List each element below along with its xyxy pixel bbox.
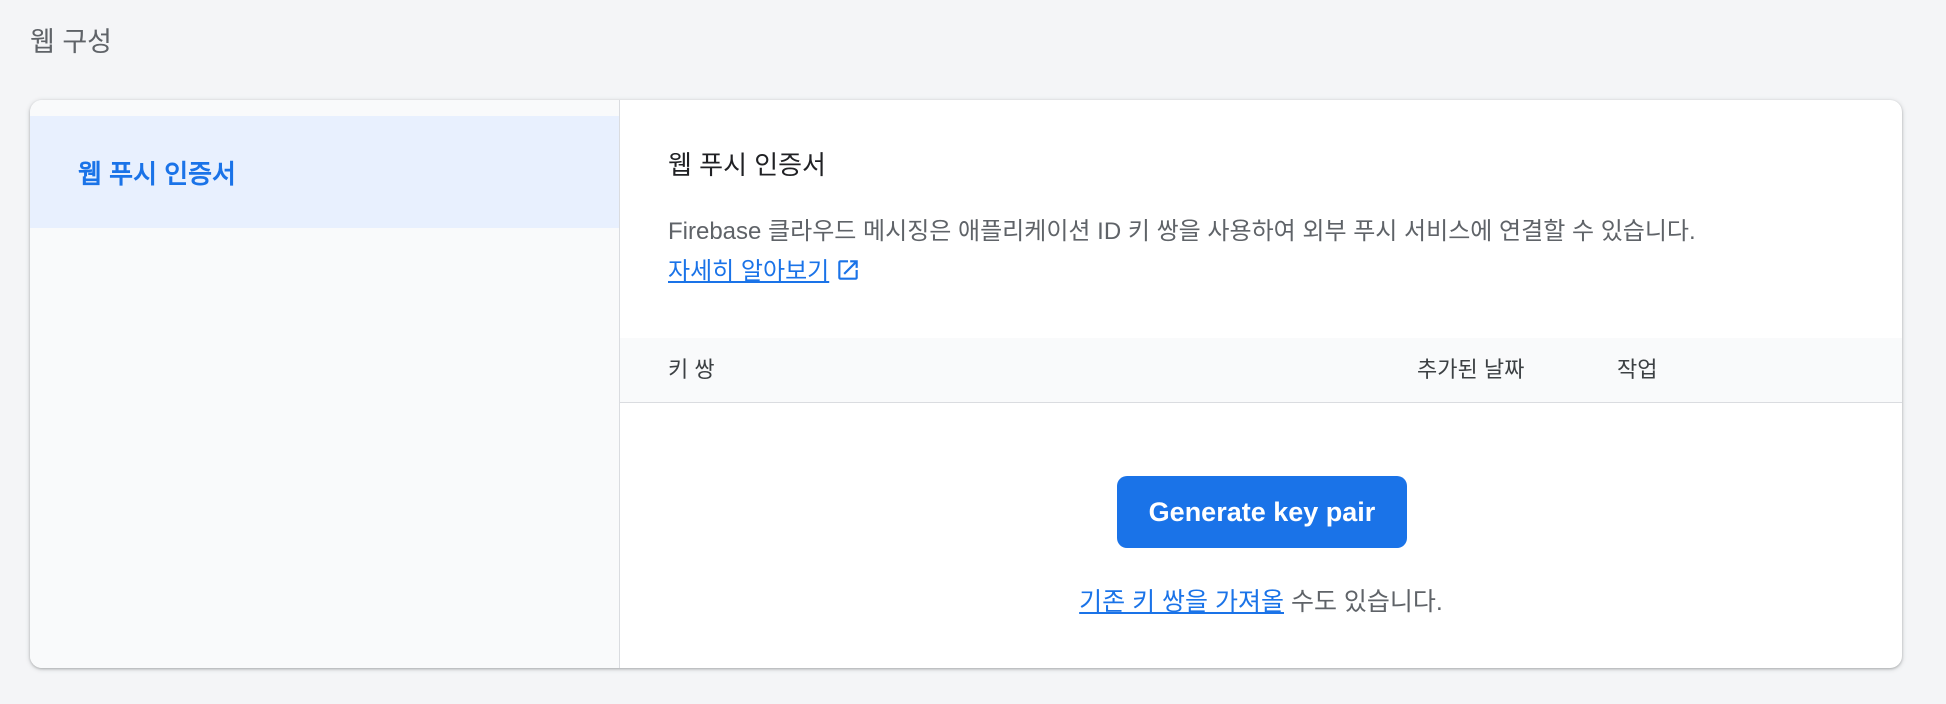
key-pair-table-header: 키 쌍 추가된 날짜 작업 — [620, 338, 1902, 403]
column-header-key-pair: 키 쌍 — [668, 357, 715, 382]
sidebar-item-label: 웹 푸시 인증서 — [78, 158, 236, 189]
main-content: 웹 푸시 인증서 Firebase 클라우드 메시징은 애플리케이션 ID 키 … — [620, 100, 1902, 668]
column-header-date-added: 추가된 날짜 — [1417, 357, 1525, 382]
column-header-actions: 작업 — [1617, 357, 1658, 382]
sidebar: 웹 푸시 인증서 — [30, 100, 620, 668]
import-suffix-text: 수도 있습니다. — [1284, 588, 1443, 616]
sidebar-item-web-push-certificates[interactable]: 웹 푸시 인증서 — [30, 116, 619, 228]
learn-more-label: 자세히 알아보기 — [668, 258, 830, 285]
open-in-new-icon — [838, 260, 858, 280]
import-key-pair-link[interactable]: 기존 키 쌍을 가져올 — [1079, 588, 1284, 616]
description-text: Firebase 클라우드 메시징은 애플리케이션 ID 키 쌍을 사용하여 외… — [668, 218, 1696, 245]
page-title: 웹 구성 — [30, 27, 113, 57]
description: Firebase 클라우드 메시징은 애플리케이션 ID 키 쌍을 사용하여 외… — [668, 212, 1848, 292]
learn-more-link[interactable]: 자세히 알아보기 — [668, 258, 861, 285]
section-title: 웹 푸시 인증서 — [668, 150, 826, 180]
settings-card: 웹 푸시 인증서 웹 푸시 인증서 Firebase 클라우드 메시징은 애플리… — [30, 100, 1902, 668]
import-row: 기존 키 쌍을 가져올 수도 있습니다. — [620, 582, 1902, 618]
generate-key-pair-button[interactable]: Generate key pair — [1117, 476, 1407, 548]
